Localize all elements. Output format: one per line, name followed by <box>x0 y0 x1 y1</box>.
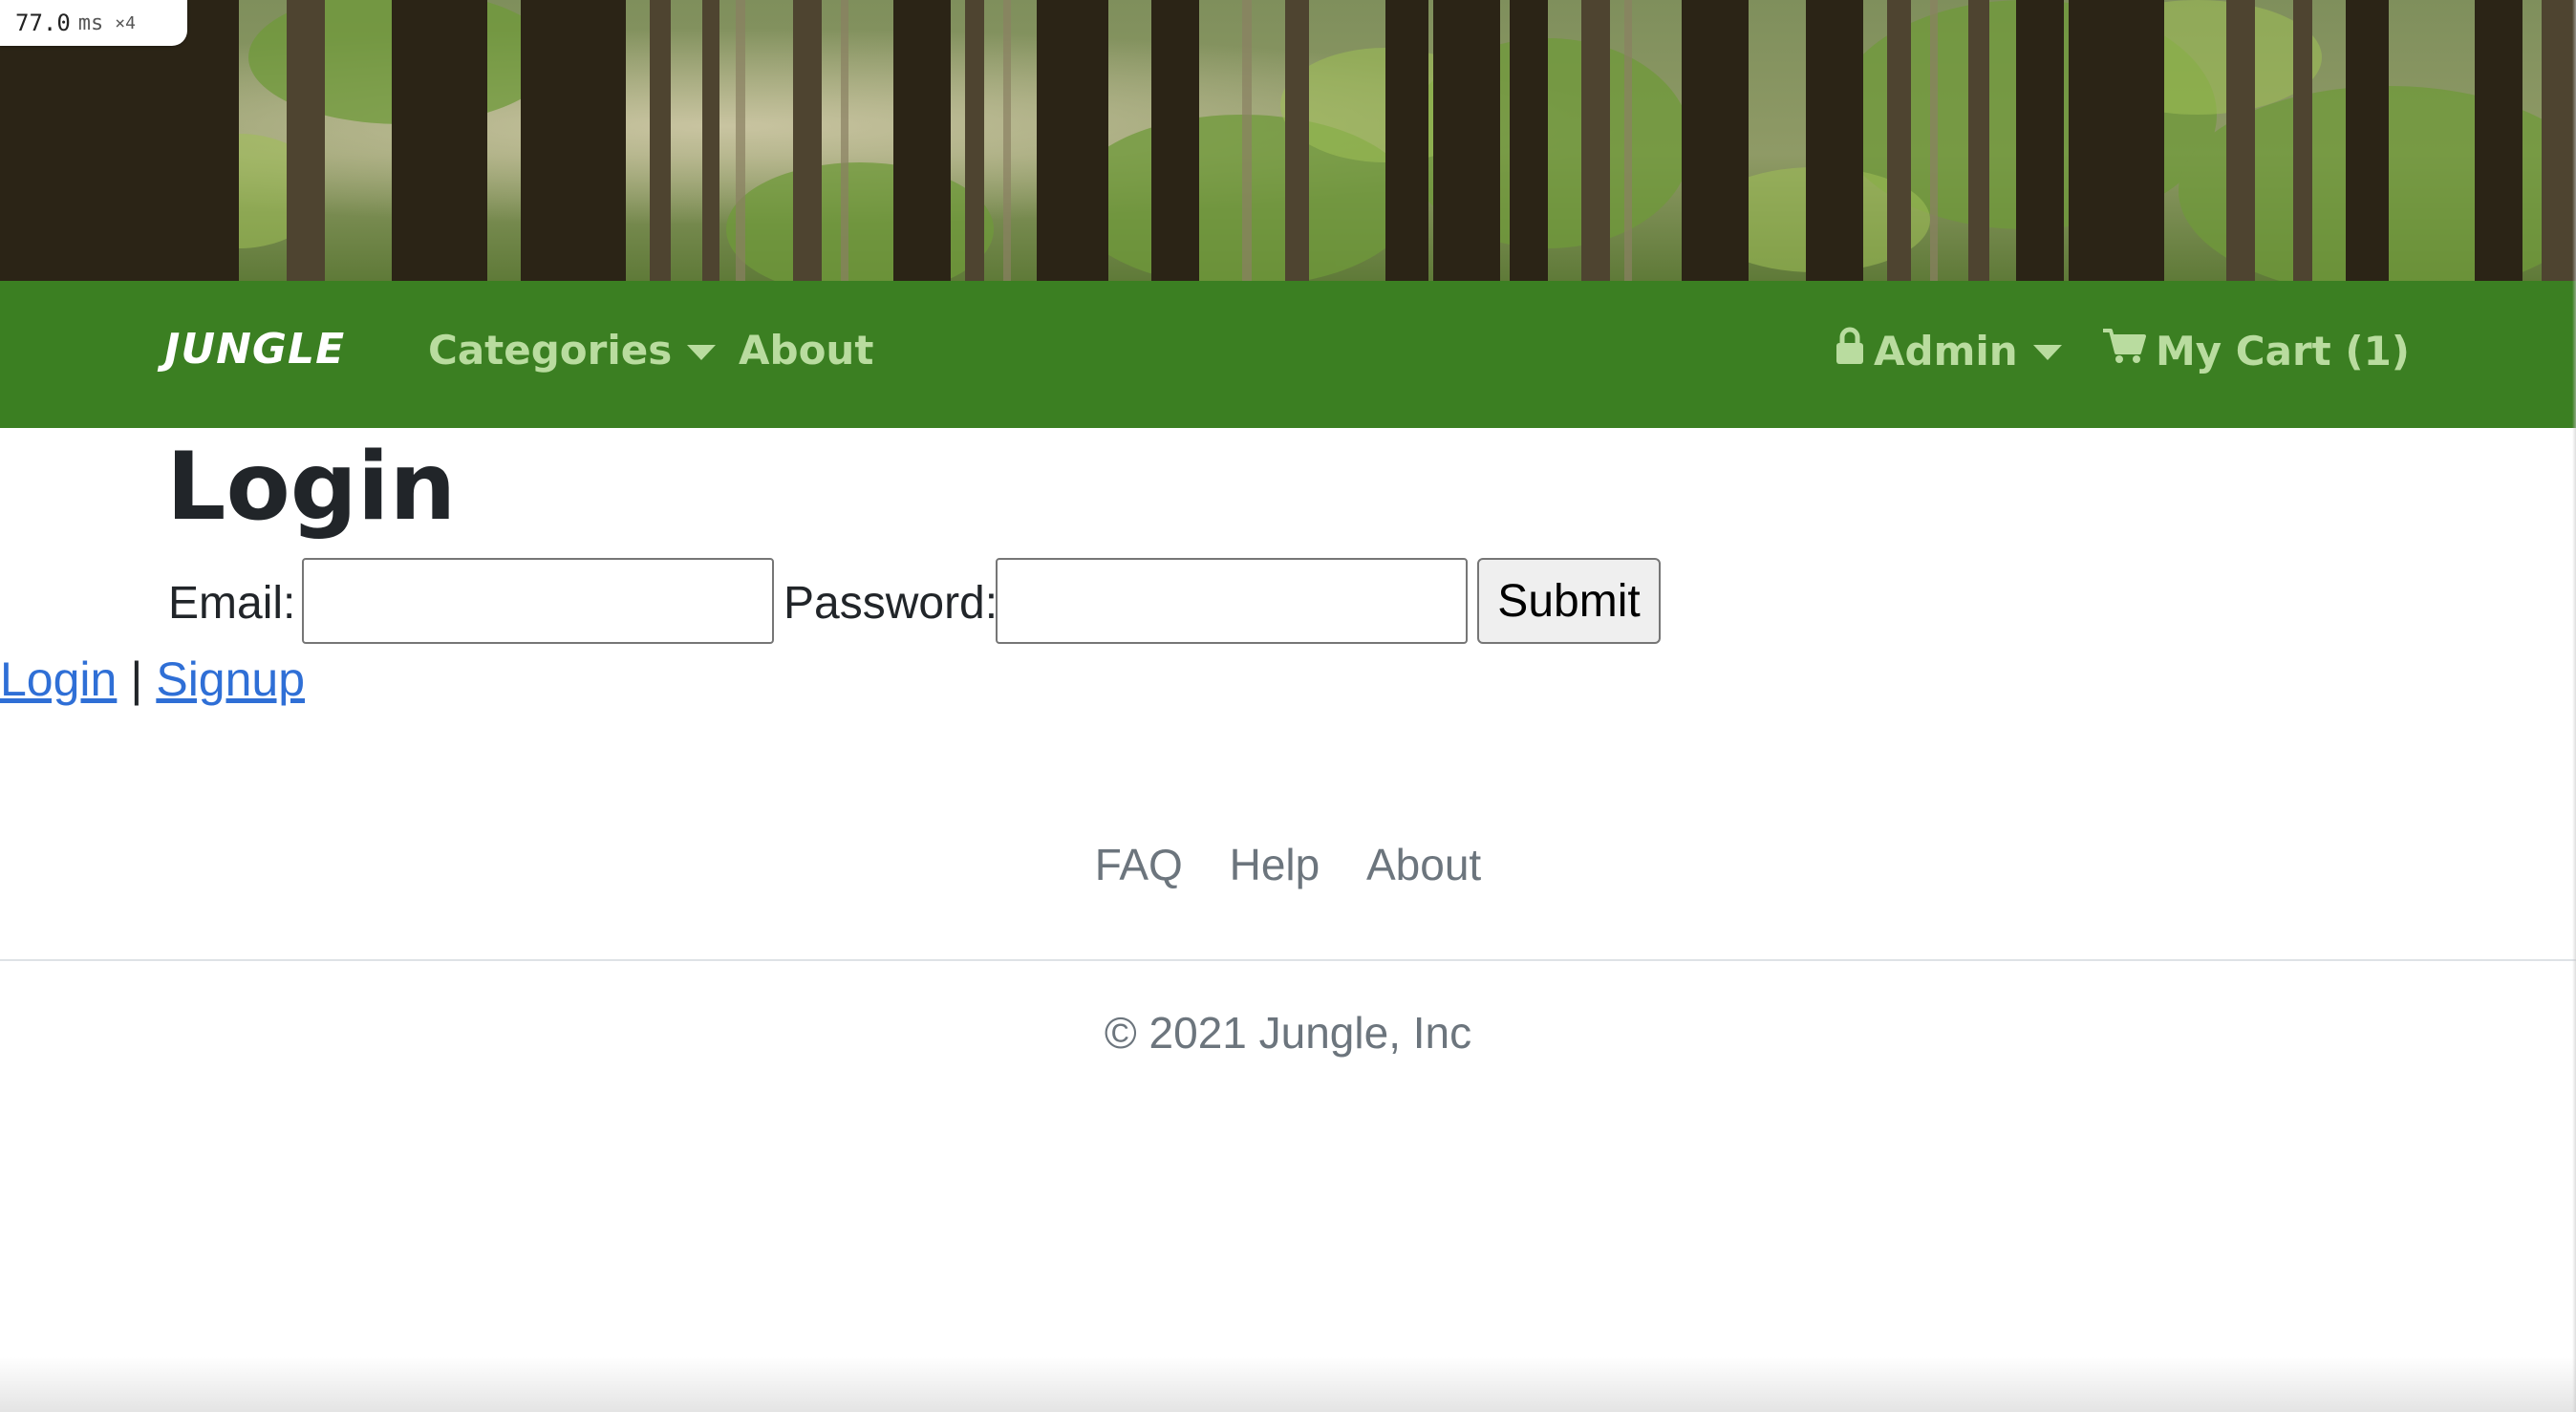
categories-label: Categories <box>428 327 673 374</box>
perf-unit: ms <box>77 11 104 35</box>
navbar: JUNGLE Categories About Admin My Cart (1… <box>0 281 2576 428</box>
submit-button[interactable]: Submit <box>1477 558 1661 644</box>
categories-dropdown[interactable]: Categories <box>428 327 717 374</box>
caret-down-icon <box>2032 345 2062 360</box>
page-title: Login <box>166 433 457 542</box>
lock-icon <box>1835 327 1864 374</box>
page: 77.0 ms ×4 JUNGLE Categories About Admin <box>0 0 2576 1412</box>
cart-label: My Cart (1) <box>2156 327 2410 374</box>
email-label: Email: <box>168 578 296 629</box>
signup-link[interactable]: Signup <box>156 653 305 706</box>
perf-value: 77.0 <box>15 10 71 36</box>
admin-dropdown[interactable]: Admin <box>1835 327 2062 374</box>
login-link[interactable]: Login <box>0 653 117 706</box>
brand-logo[interactable]: JUNGLE <box>164 325 345 374</box>
cart-link[interactable]: My Cart (1) <box>2102 327 2410 374</box>
footer-divider <box>0 959 2576 961</box>
admin-label: Admin <box>1874 327 2018 374</box>
password-label: Password: <box>784 578 998 629</box>
caret-down-icon <box>687 344 717 360</box>
cart-icon <box>2102 327 2146 374</box>
footer-links: FAQ Help About <box>0 839 2576 890</box>
copyright-text: © 2021 Jungle, Inc <box>1104 1008 1472 1058</box>
nav-about-link[interactable]: About <box>739 327 873 374</box>
password-field[interactable] <box>996 558 1468 644</box>
auth-links: Login | Signup <box>0 652 305 707</box>
footer-about-link[interactable]: About <box>1366 840 1481 889</box>
forest-banner-image <box>0 0 2576 281</box>
perf-multiplier: ×4 <box>115 12 136 33</box>
perf-badge: 77.0 ms ×4 <box>0 0 187 46</box>
bottom-shade <box>0 1357 2576 1412</box>
login-form: Email: Password: Submit <box>0 558 2576 644</box>
window-edge <box>2572 0 2576 1412</box>
link-separator: | <box>130 653 143 706</box>
email-field[interactable] <box>302 558 774 644</box>
footer-faq-link[interactable]: FAQ <box>1095 840 1183 889</box>
footer-help-link[interactable]: Help <box>1230 840 1320 889</box>
